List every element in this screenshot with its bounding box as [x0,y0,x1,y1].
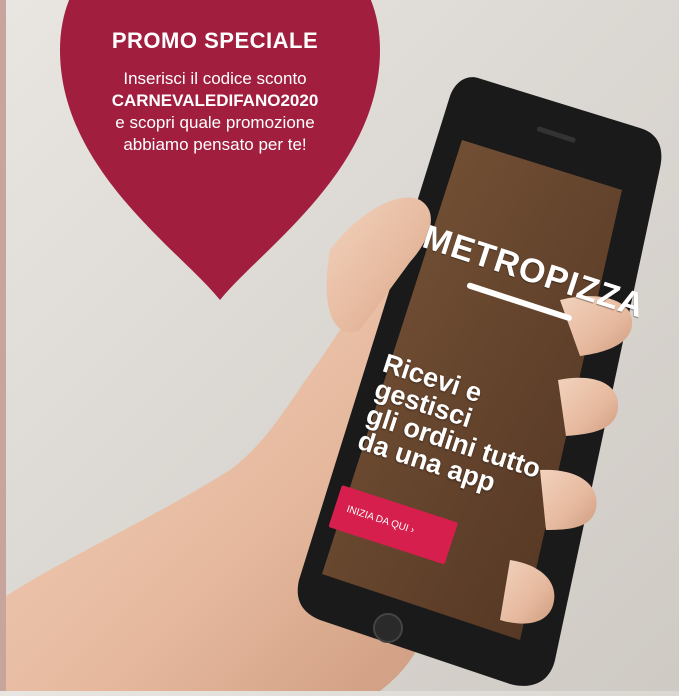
promo-line-1: Inserisci il codice sconto [123,69,307,88]
promo-code: CARNEVALEDIFANO2020 [111,91,319,110]
home-button-icon [373,613,403,643]
promo-text-block: PROMO SPECIALE Inserisci il codice scont… [98,28,332,156]
promo-line-4: abbiamo pensato per te! [123,135,307,154]
promo-title: PROMO SPECIALE [111,28,319,53]
promo-line-3: e scopri quale promozione [115,113,315,132]
